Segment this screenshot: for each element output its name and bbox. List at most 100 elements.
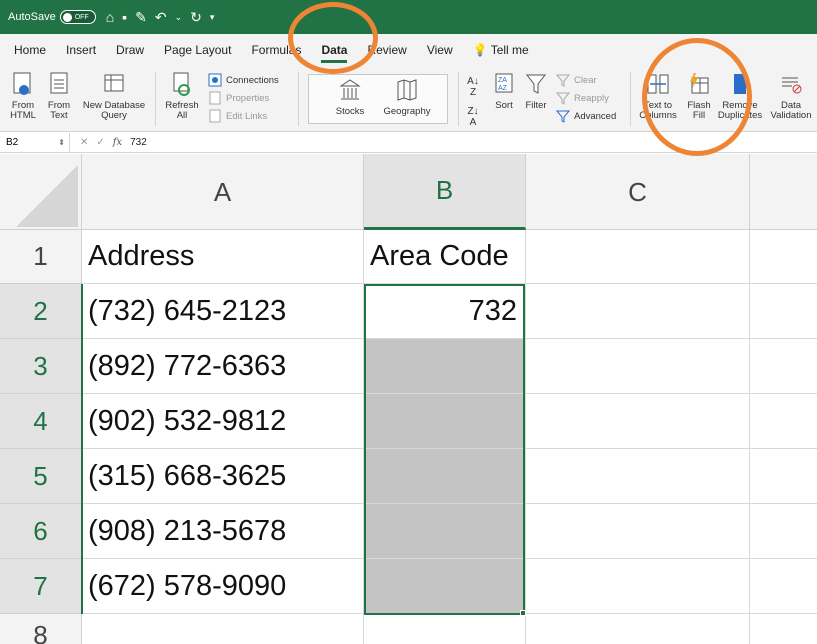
cell-d2[interactable] — [750, 284, 817, 339]
sort-za-button[interactable]: Z↓ A — [464, 106, 482, 128]
customize-icon[interactable]: ▾ — [210, 12, 215, 23]
enter-icon[interactable]: ✓ — [96, 137, 104, 148]
sort-button[interactable]: ZA AZ Sort — [490, 72, 518, 111]
column-header-d[interactable] — [750, 154, 817, 230]
cell-c5[interactable] — [526, 449, 750, 504]
cell-b5[interactable] — [364, 449, 526, 504]
cell-d5[interactable] — [750, 449, 817, 504]
data-validation-button[interactable]: Data Validation — [768, 72, 814, 121]
cell-d3[interactable] — [750, 339, 817, 394]
column-header-b[interactable]: B — [364, 154, 526, 230]
cell-b6[interactable] — [364, 504, 526, 559]
column-header-a[interactable]: A — [82, 154, 364, 230]
filter-label: Filter — [525, 100, 547, 111]
toggle-label: OFF — [74, 13, 89, 21]
chevron-down-icon[interactable]: ⌄ — [175, 12, 183, 23]
function-icon[interactable]: fx — [113, 137, 122, 148]
row-header-5[interactable]: 5 — [0, 449, 82, 504]
from-text-button[interactable]: From Text — [42, 72, 76, 121]
row-header-6[interactable]: 6 — [0, 504, 82, 559]
filter-button[interactable]: Filter — [522, 72, 550, 111]
tab-data[interactable]: Data — [321, 39, 348, 63]
edit-links-button[interactable]: Edit Links — [208, 108, 267, 124]
save-icon[interactable]: ▪ — [122, 9, 127, 25]
tab-review[interactable]: Review — [367, 39, 406, 61]
cell-a7[interactable]: (672) 578-9090 — [82, 559, 364, 614]
cell-c6[interactable] — [526, 504, 750, 559]
edit-icon[interactable]: ✎ — [135, 9, 147, 26]
row-header-2[interactable]: 2 — [0, 284, 82, 339]
formula-input[interactable]: 732 — [130, 137, 147, 148]
properties-button[interactable]: Properties — [208, 90, 269, 106]
cell-c1[interactable] — [526, 230, 750, 284]
autosave-toggle[interactable]: OFF — [59, 10, 96, 24]
cell-d4[interactable] — [750, 394, 817, 449]
cell-d6[interactable] — [750, 504, 817, 559]
remove-duplicates-button[interactable]: Remove Duplicates — [718, 72, 762, 121]
tab-page-layout[interactable]: Page Layout — [164, 39, 231, 61]
cell-b2[interactable]: 732 — [364, 284, 526, 339]
sort-az-button[interactable]: A↓ Z — [464, 76, 482, 98]
flash-fill-button[interactable]: Flash Fill — [684, 72, 714, 121]
cell-b4[interactable] — [364, 394, 526, 449]
fill-handle[interactable] — [520, 610, 526, 616]
tab-formulas[interactable]: Formulas — [251, 39, 301, 61]
cell-a4[interactable]: (902) 532-9812 — [82, 394, 364, 449]
cell-c8[interactable] — [526, 614, 750, 644]
edit-links-icon — [209, 109, 221, 123]
connections-button[interactable]: Connections — [208, 72, 279, 88]
cell-b3[interactable] — [364, 339, 526, 394]
cell-d7[interactable] — [750, 559, 817, 614]
cell-c3[interactable] — [526, 339, 750, 394]
new-database-query-button[interactable]: New Database Query — [80, 72, 148, 121]
stocks-label: Stocks — [335, 106, 365, 117]
cell-a6[interactable]: (908) 213-5678 — [82, 504, 364, 559]
select-all-corner[interactable] — [0, 154, 82, 230]
cell-a3[interactable]: (892) 772-6363 — [82, 339, 364, 394]
advanced-button[interactable]: Advanced — [556, 108, 616, 124]
tab-insert[interactable]: Insert — [66, 39, 96, 61]
cell-b8[interactable] — [364, 614, 526, 644]
cell-c2[interactable] — [526, 284, 750, 339]
redo-icon[interactable]: ↻ — [190, 9, 202, 26]
tab-view[interactable]: View — [427, 39, 453, 61]
row-header-7[interactable]: 7 — [0, 559, 82, 614]
cell-d8[interactable] — [750, 614, 817, 644]
from-html-button[interactable]: From HTML — [6, 72, 40, 121]
refresh-all-button[interactable]: Refresh All — [162, 72, 202, 121]
cell-a8[interactable] — [82, 614, 364, 644]
cell-d1[interactable] — [750, 230, 817, 284]
cell-c7[interactable] — [526, 559, 750, 614]
remove-duplicates-label: Remove Duplicates — [717, 100, 763, 121]
chevron-updown-icon[interactable]: ⬍ — [58, 138, 65, 147]
cell-a1[interactable]: Address — [82, 230, 364, 284]
cell-a2[interactable]: (732) 645-2123 — [82, 284, 364, 339]
map-icon — [397, 79, 417, 101]
cell-c4[interactable] — [526, 394, 750, 449]
tab-draw[interactable]: Draw — [116, 39, 144, 61]
clear-button[interactable]: Clear — [556, 72, 597, 88]
column-header-c[interactable]: C — [526, 154, 750, 230]
home-icon[interactable]: ⌂ — [106, 9, 114, 25]
cancel-icon[interactable]: ✕ — [80, 137, 88, 148]
name-box[interactable]: B2 ⬍ — [0, 133, 70, 152]
text-to-columns-button[interactable]: Text to Columns — [636, 72, 680, 121]
sort-za-icon: Z↓ A — [467, 106, 479, 128]
tab-home[interactable]: Home — [14, 39, 46, 61]
excel-window: AutoSave OFF ⌂ ▪ ✎ ↶ ⌄ ↻ ▾ Home Insert D… — [0, 0, 817, 644]
cell-b1[interactable]: Area Code — [364, 230, 526, 284]
tab-tell-me[interactable]: 💡 Tell me — [473, 39, 529, 61]
row-header-4[interactable]: 4 — [0, 394, 82, 449]
cell-a5[interactable]: (315) 668-3625 — [82, 449, 364, 504]
undo-icon[interactable]: ↶ — [155, 9, 167, 26]
refresh-all-label: Refresh All — [165, 100, 199, 121]
cell-b7[interactable] — [364, 559, 526, 614]
filter-icon — [525, 74, 547, 94]
row-header-8[interactable]: 8 — [0, 614, 82, 644]
reapply-button[interactable]: Reapply — [556, 90, 609, 106]
row-header-3[interactable]: 3 — [0, 339, 82, 394]
geography-button[interactable]: Geography — [382, 78, 432, 117]
row-header-1[interactable]: 1 — [0, 230, 82, 284]
database-icon — [104, 74, 124, 92]
stocks-button[interactable]: Stocks — [330, 78, 370, 117]
